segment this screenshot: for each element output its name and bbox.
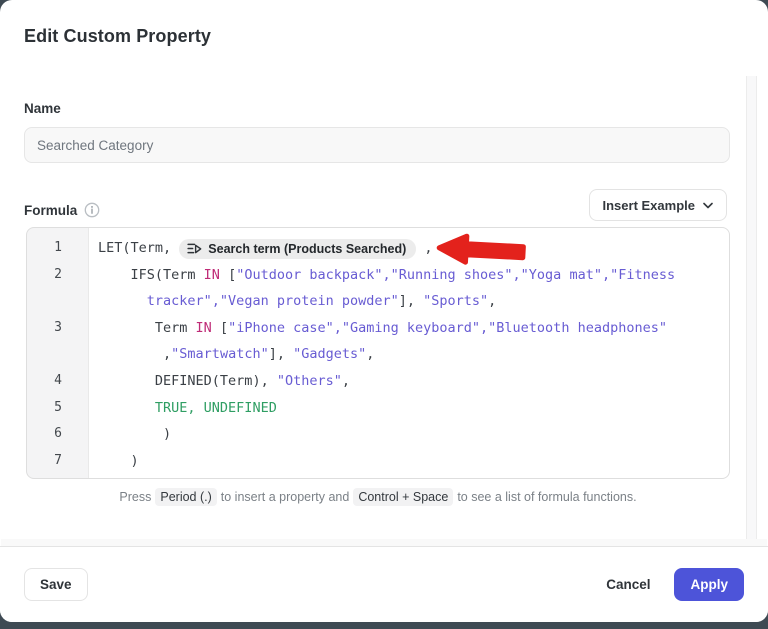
kbd-control-space: Control + Space	[353, 488, 453, 506]
vertical-scrollbar[interactable]	[746, 76, 757, 539]
insert-example-button[interactable]: Insert Example	[589, 189, 728, 221]
code-line[interactable]: tracker","Vegan protein powder"], "Sport…	[27, 288, 729, 315]
code-segment-green: TRUE, UNDEFINED	[155, 400, 277, 416]
dialog-footer: Save Cancel Apply	[0, 546, 768, 622]
code-segment-plain: LET(Term,	[98, 240, 179, 256]
code-text: )	[89, 448, 139, 475]
code-line[interactable]: 4 DEFINED(Term), "Others",	[27, 368, 729, 395]
hint-between: to insert a property and	[221, 490, 350, 504]
code-text: ,"Smartwatch"], "Gadgets",	[89, 341, 374, 368]
code-segment-plain: ,	[163, 346, 171, 362]
line-number: 6	[27, 421, 89, 448]
shortcut-hint: Press Period (.) to insert a property andC…	[26, 490, 730, 504]
property-chip-icon	[187, 241, 202, 256]
code-segment-str: "Smartwatch"	[171, 346, 269, 362]
edit-custom-property-dialog: Edit Custom Property Name Formula Insert…	[0, 0, 768, 622]
code-line[interactable]: 3 Term IN ["iPhone case","Gaming keyboar…	[27, 315, 729, 342]
kbd-period: Period (.)	[155, 488, 216, 506]
code-segment-plain: ,	[488, 293, 496, 309]
info-icon[interactable]	[84, 202, 100, 218]
formula-label-row: Formula	[24, 202, 100, 218]
code-line[interactable]: 2 IFS(Term IN ["Outdoor backpack","Runni…	[27, 262, 729, 289]
code-segment-plain: ,	[416, 240, 432, 256]
dialog-title: Edit Custom Property	[24, 26, 211, 47]
code-line[interactable]: 5 TRUE, UNDEFINED	[27, 395, 729, 422]
code-segment-str: "Others"	[277, 373, 342, 389]
code-segment-kw: IN	[196, 320, 212, 336]
code-text: DEFINED(Term), "Others",	[89, 368, 350, 395]
formula-editor[interactable]: 1LET(Term, Search term (Products Searche…	[26, 227, 730, 479]
formula-label: Formula	[24, 203, 77, 218]
code-segment-plain: ],	[269, 346, 293, 362]
hint-press: Press	[119, 490, 151, 504]
code-segment-str: tracker","Vegan protein powder"	[147, 293, 399, 309]
line-number: 4	[27, 368, 89, 395]
line-number: 7	[27, 448, 89, 475]
name-label: Name	[24, 101, 61, 116]
code-text: IFS(Term IN ["Outdoor backpack","Running…	[89, 262, 675, 289]
code-text: tracker","Vegan protein powder"], "Sport…	[89, 288, 496, 315]
code-segment-plain: )	[131, 453, 139, 469]
line-number	[27, 341, 89, 368]
code-segment-str: "iPhone case","Gaming keyboard","Bluetoo…	[228, 320, 667, 336]
code-text: LET(Term, Search term (Products Searched…	[89, 235, 433, 262]
save-button[interactable]: Save	[24, 568, 88, 601]
property-chip-label: Search term (Products Searched)	[208, 241, 406, 257]
hint-after: to see a list of formula functions.	[457, 490, 636, 504]
line-number: 2	[27, 262, 89, 289]
annotation-arrow-icon	[434, 231, 528, 275]
code-segment-str: "Sports"	[423, 293, 488, 309]
code-segment-plain: [	[212, 320, 228, 336]
code-segment-plain: DEFINED(Term),	[155, 373, 277, 389]
line-number: 1	[27, 235, 89, 262]
code-segment-str: "Gadgets"	[293, 346, 366, 362]
code-text: TRUE, UNDEFINED	[89, 395, 277, 422]
code-segment-plain: ,	[366, 346, 374, 362]
code-line[interactable]: 7 )	[27, 448, 729, 475]
code-segment-plain: ],	[399, 293, 423, 309]
code-text: Term IN ["iPhone case","Gaming keyboard"…	[89, 315, 667, 342]
insert-example-label: Insert Example	[603, 198, 696, 213]
line-number: 5	[27, 395, 89, 422]
cancel-button[interactable]: Cancel	[598, 568, 658, 601]
line-number	[27, 288, 89, 315]
code-segment-plain: )	[163, 426, 171, 442]
property-chip[interactable]: Search term (Products Searched)	[179, 239, 416, 259]
apply-button[interactable]: Apply	[674, 568, 744, 601]
code-line[interactable]: 6 )	[27, 421, 729, 448]
code-segment-kw: IN	[204, 267, 220, 283]
chevron-down-icon	[703, 202, 713, 209]
code-segment-plain: IFS(Term	[131, 267, 204, 283]
code-segment-plain: ,	[342, 373, 350, 389]
line-number: 3	[27, 315, 89, 342]
code-text: )	[89, 421, 171, 448]
horizontal-scrollbar[interactable]	[1, 539, 767, 546]
code-segment-plain: Term	[155, 320, 196, 336]
code-line[interactable]: 1LET(Term, Search term (Products Searche…	[27, 235, 729, 262]
code-line[interactable]: ,"Smartwatch"], "Gadgets",	[27, 341, 729, 368]
name-input[interactable]	[24, 127, 730, 163]
code-segment-plain: [	[220, 267, 236, 283]
